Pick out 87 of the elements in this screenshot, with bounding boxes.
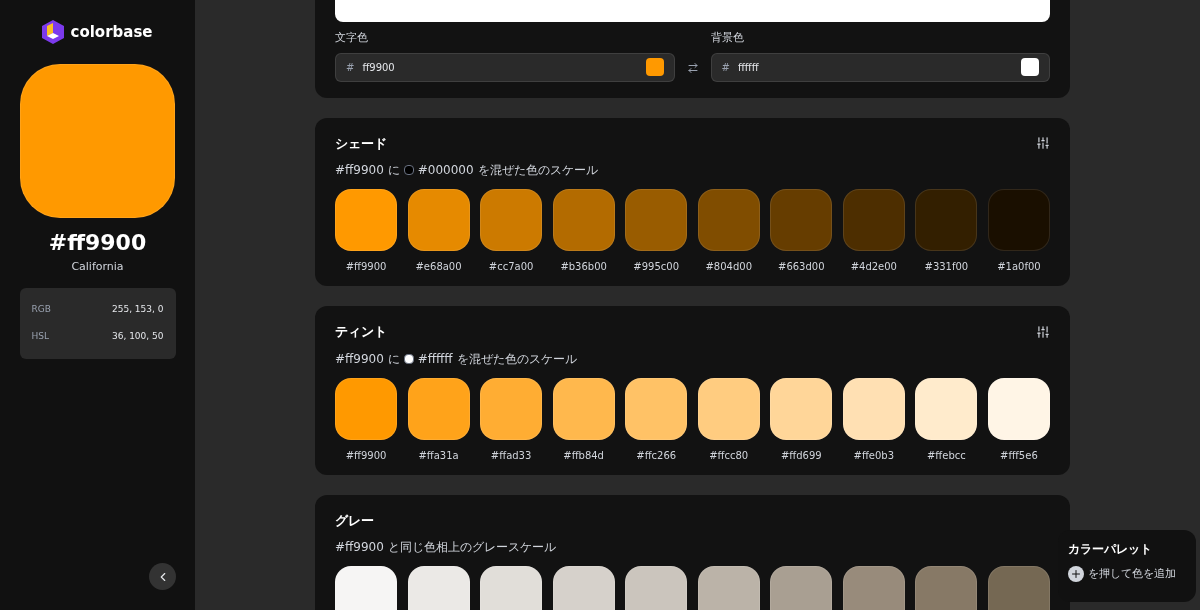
color-swatch[interactable] bbox=[697, 377, 760, 440]
color-input-field[interactable]: # ffffff bbox=[710, 52, 1050, 82]
palette-hint: を押して色を追加 bbox=[1088, 566, 1176, 582]
color-swatch[interactable] bbox=[842, 377, 905, 440]
swatch-hex-label: #ffe0b3 bbox=[853, 448, 895, 463]
color-swatch[interactable] bbox=[987, 189, 1050, 251]
color-swatch[interactable] bbox=[770, 189, 833, 251]
settings-icon[interactable] bbox=[1036, 136, 1050, 151]
swatch-hex-label: #ffad33 bbox=[490, 448, 532, 463]
color-swatch[interactable] bbox=[770, 566, 833, 610]
value-text: 255, 153, 0 bbox=[111, 302, 164, 316]
section-description: #ff9900 に bbox=[335, 162, 400, 179]
logo-icon bbox=[42, 20, 65, 44]
swatch-hex-label: #ffd699 bbox=[780, 448, 822, 463]
swatch-hex-label: #4d2e00 bbox=[850, 260, 897, 274]
field-value: ff9900 bbox=[362, 60, 396, 75]
color-swatch[interactable] bbox=[480, 377, 543, 440]
mix-color-hex: #000000 bbox=[417, 162, 474, 179]
color-swatch[interactable] bbox=[407, 566, 470, 610]
color-hex: #ff9900 bbox=[48, 229, 147, 257]
color-swatch[interactable] bbox=[625, 377, 688, 440]
swatch-hex-label: #1a0f00 bbox=[997, 260, 1041, 274]
color-swatch[interactable] bbox=[335, 377, 397, 440]
swatch-hex-label: #995c00 bbox=[633, 260, 680, 274]
color-swatch[interactable] bbox=[335, 566, 397, 610]
swatch-hex-label: #b36b00 bbox=[560, 260, 607, 274]
color-chip[interactable] bbox=[645, 58, 664, 76]
value-label: HSL bbox=[31, 330, 49, 343]
field-value: ffffff bbox=[737, 60, 760, 75]
section-description: #ff9900 に bbox=[335, 350, 400, 368]
swatch-hex-label: #ffebcc bbox=[927, 448, 966, 463]
field-label: 背景色 bbox=[710, 30, 745, 46]
swatch-hex-label: #331f00 bbox=[924, 260, 969, 274]
collapse-button[interactable] bbox=[149, 563, 176, 590]
swatch-hex-label: #ffc266 bbox=[636, 448, 677, 463]
brand-name[interactable]: colorbase bbox=[70, 20, 153, 44]
swatch-hex-label: #ff9900 bbox=[345, 448, 387, 463]
field-label: 文字色 bbox=[335, 30, 369, 46]
swatch-hex-label: #cc7a00 bbox=[488, 260, 534, 274]
hash-prefix: # bbox=[346, 60, 355, 75]
swatch-hex-label: #ffb84d bbox=[563, 448, 604, 463]
value-text: 36, 100, 50 bbox=[111, 330, 164, 343]
color-swatch[interactable] bbox=[915, 566, 978, 610]
section-title: シェード bbox=[335, 134, 387, 153]
color-swatch[interactable] bbox=[335, 189, 397, 251]
section-description: #ff9900 と同じ色相上のグレースケール bbox=[335, 539, 556, 556]
section-description: を混ぜた色のスケール bbox=[477, 162, 598, 179]
color-swatch[interactable] bbox=[842, 566, 905, 610]
section-title: グレー bbox=[335, 511, 374, 530]
color-swatch[interactable] bbox=[407, 377, 470, 440]
color-name: California bbox=[71, 259, 124, 275]
swatch-hex-label: #e68a00 bbox=[415, 260, 462, 274]
mix-color-swatch bbox=[403, 165, 414, 175]
palette-title: カラーパレット bbox=[1068, 541, 1153, 558]
color-swatch[interactable] bbox=[915, 189, 978, 251]
swatch-hex-label: #ff9900 bbox=[345, 260, 387, 274]
mix-color-hex: #ffffff bbox=[417, 350, 453, 368]
color-swatch[interactable] bbox=[915, 377, 978, 440]
mix-color-swatch bbox=[403, 353, 414, 364]
swatch-hex-label: #ffa31a bbox=[418, 448, 459, 463]
color-swatch[interactable] bbox=[987, 377, 1050, 440]
color-swatch[interactable] bbox=[697, 189, 760, 251]
color-swatch[interactable] bbox=[770, 377, 833, 440]
color-swatch[interactable] bbox=[987, 566, 1050, 610]
add-icon[interactable] bbox=[1068, 566, 1084, 583]
hash-prefix: # bbox=[721, 60, 730, 75]
section-title: ティント bbox=[335, 323, 387, 341]
color-swatch[interactable] bbox=[407, 189, 470, 251]
swatch-hex-label: #804d00 bbox=[705, 260, 752, 274]
value-label: RGB bbox=[31, 302, 51, 316]
color-swatch[interactable] bbox=[842, 189, 905, 251]
swap-icon[interactable] bbox=[686, 61, 699, 74]
color-swatch[interactable] bbox=[625, 566, 688, 610]
swatch-hex-label: #fff5e6 bbox=[1000, 448, 1038, 463]
color-swatch[interactable] bbox=[697, 566, 760, 610]
color-swatch[interactable] bbox=[480, 566, 543, 610]
color-swatch[interactable] bbox=[552, 377, 615, 440]
color-swatch[interactable] bbox=[625, 189, 688, 251]
color-swatch[interactable] bbox=[552, 566, 615, 610]
settings-icon[interactable] bbox=[1036, 324, 1050, 339]
color-swatch[interactable] bbox=[480, 189, 543, 251]
section-description: を混ぜた色のスケール bbox=[456, 350, 577, 368]
swatch-hex-label: #ffcc80 bbox=[709, 448, 749, 463]
color-swatch[interactable] bbox=[552, 189, 615, 251]
swatch-hex-label: #663d00 bbox=[778, 260, 825, 274]
color-chip[interactable] bbox=[1021, 58, 1039, 76]
color-input-field[interactable]: # ff9900 bbox=[335, 52, 675, 82]
